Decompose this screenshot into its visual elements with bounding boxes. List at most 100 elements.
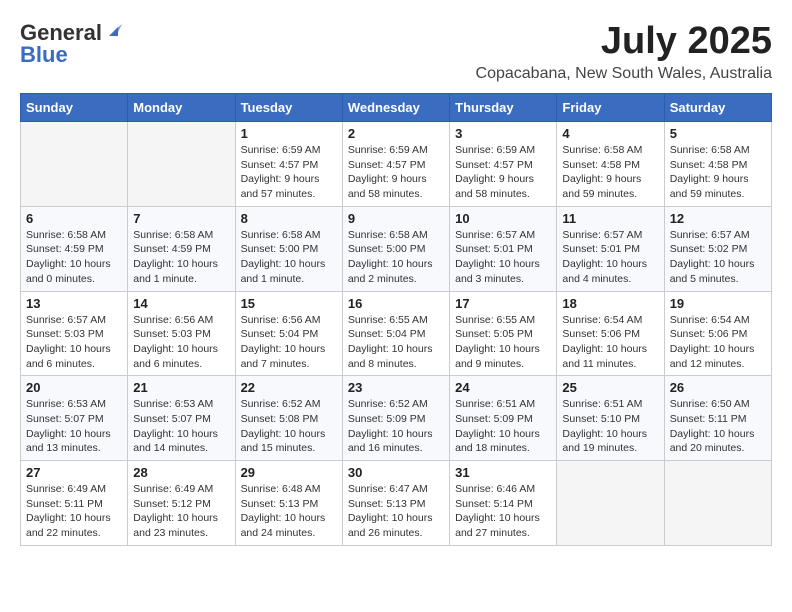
day-number: 16	[348, 296, 444, 311]
page-header: General Blue July 2025 Copacabana, New S…	[20, 20, 772, 83]
day-info: Sunrise: 6:54 AM Sunset: 5:06 PM Dayligh…	[670, 313, 766, 372]
calendar-cell	[128, 122, 235, 207]
calendar-cell: 2 Sunrise: 6:59 AM Sunset: 4:57 PM Daylig…	[342, 122, 449, 207]
day-info: Sunrise: 6:48 AM Sunset: 5:13 PM Dayligh…	[241, 482, 337, 541]
calendar-cell: 22 Sunrise: 6:52 AM Sunset: 5:08 PM Dayli…	[235, 376, 342, 461]
calendar-cell: 18 Sunrise: 6:54 AM Sunset: 5:06 PM Dayli…	[557, 291, 664, 376]
logo-blue-text: Blue	[20, 42, 68, 68]
calendar-cell: 26 Sunrise: 6:50 AM Sunset: 5:11 PM Dayli…	[664, 376, 771, 461]
calendar-cell: 19Sunrise: 6:54 AM Sunset: 5:06 PM Dayli…	[664, 291, 771, 376]
day-number: 18	[562, 296, 658, 311]
day-number: 14	[133, 296, 229, 311]
day-info: Sunrise: 6:58 AM Sunset: 4:58 PM Dayligh…	[562, 143, 658, 202]
calendar-cell: 7Sunrise: 6:58 AM Sunset: 4:59 PM Daylig…	[128, 206, 235, 291]
calendar-day-header: Thursday	[450, 94, 557, 122]
day-info: Sunrise: 6:52 AM Sunset: 5:08 PM Dayligh…	[241, 397, 337, 456]
day-info: Sunrise: 6:56 AM Sunset: 5:04 PM Dayligh…	[241, 313, 337, 372]
calendar-cell: 29 Sunrise: 6:48 AM Sunset: 5:13 PM Dayli…	[235, 461, 342, 546]
day-number: 12	[670, 211, 766, 226]
calendar-cell: 10 Sunrise: 6:57 AM Sunset: 5:01 PM Dayli…	[450, 206, 557, 291]
calendar-cell: 11 Sunrise: 6:57 AM Sunset: 5:01 PM Dayli…	[557, 206, 664, 291]
day-number: 1	[241, 126, 337, 141]
calendar-cell: 1 Sunrise: 6:59 AM Sunset: 4:57 PM Daylig…	[235, 122, 342, 207]
day-info: Sunrise: 6:46 AM Sunset: 5:14 PM Dayligh…	[455, 482, 551, 541]
day-info: Sunrise: 6:58 AM Sunset: 4:58 PM Dayligh…	[670, 143, 766, 202]
day-info: Sunrise: 6:58 AM Sunset: 5:00 PM Dayligh…	[348, 228, 444, 287]
calendar-cell: 5 Sunrise: 6:58 AM Sunset: 4:58 PM Daylig…	[664, 122, 771, 207]
calendar-cell: 25Sunrise: 6:51 AM Sunset: 5:10 PM Dayli…	[557, 376, 664, 461]
day-number: 15	[241, 296, 337, 311]
location-subtitle: Copacabana, New South Wales, Australia	[476, 65, 772, 83]
calendar-cell: 9 Sunrise: 6:58 AM Sunset: 5:00 PM Daylig…	[342, 206, 449, 291]
day-number: 21	[133, 380, 229, 395]
calendar-day-header: Monday	[128, 94, 235, 122]
calendar-cell: 24 Sunrise: 6:51 AM Sunset: 5:09 PM Dayli…	[450, 376, 557, 461]
day-number: 23	[348, 380, 444, 395]
day-info: Sunrise: 6:47 AM Sunset: 5:13 PM Dayligh…	[348, 482, 444, 541]
calendar-cell: 16 Sunrise: 6:55 AM Sunset: 5:04 PM Dayli…	[342, 291, 449, 376]
day-info: Sunrise: 6:52 AM Sunset: 5:09 PM Dayligh…	[348, 397, 444, 456]
day-number: 17	[455, 296, 551, 311]
day-info: Sunrise: 6:54 AM Sunset: 5:06 PM Dayligh…	[562, 313, 658, 372]
calendar-cell: 28 Sunrise: 6:49 AM Sunset: 5:12 PM Dayli…	[128, 461, 235, 546]
day-info: Sunrise: 6:57 AM Sunset: 5:02 PM Dayligh…	[670, 228, 766, 287]
day-number: 2	[348, 126, 444, 141]
calendar-cell	[21, 122, 128, 207]
day-number: 3	[455, 126, 551, 141]
day-info: Sunrise: 6:53 AM Sunset: 5:07 PM Dayligh…	[26, 397, 122, 456]
day-info: Sunrise: 6:50 AM Sunset: 5:11 PM Dayligh…	[670, 397, 766, 456]
calendar-cell: 14Sunrise: 6:56 AM Sunset: 5:03 PM Dayli…	[128, 291, 235, 376]
day-number: 10	[455, 211, 551, 226]
day-info: Sunrise: 6:58 AM Sunset: 5:00 PM Dayligh…	[241, 228, 337, 287]
day-number: 4	[562, 126, 658, 141]
day-info: Sunrise: 6:59 AM Sunset: 4:57 PM Dayligh…	[241, 143, 337, 202]
day-info: Sunrise: 6:57 AM Sunset: 5:01 PM Dayligh…	[562, 228, 658, 287]
calendar-day-header: Wednesday	[342, 94, 449, 122]
day-number: 11	[562, 211, 658, 226]
day-number: 5	[670, 126, 766, 141]
calendar-day-header: Sunday	[21, 94, 128, 122]
day-number: 7	[133, 211, 229, 226]
day-info: Sunrise: 6:55 AM Sunset: 5:04 PM Dayligh…	[348, 313, 444, 372]
calendar-header: SundayMondayTuesdayWednesdayThursdayFrid…	[21, 94, 772, 122]
calendar-cell: 31 Sunrise: 6:46 AM Sunset: 5:14 PM Dayli…	[450, 461, 557, 546]
day-number: 6	[26, 211, 122, 226]
day-number: 20	[26, 380, 122, 395]
day-number: 31	[455, 465, 551, 480]
day-info: Sunrise: 6:57 AM Sunset: 5:01 PM Dayligh…	[455, 228, 551, 287]
day-info: Sunrise: 6:49 AM Sunset: 5:11 PM Dayligh…	[26, 482, 122, 541]
calendar-cell: 23 Sunrise: 6:52 AM Sunset: 5:09 PM Dayli…	[342, 376, 449, 461]
title-section: July 2025 Copacabana, New South Wales, A…	[476, 20, 772, 83]
day-number: 24	[455, 380, 551, 395]
day-info: Sunrise: 6:51 AM Sunset: 5:10 PM Dayligh…	[562, 397, 658, 456]
day-number: 27	[26, 465, 122, 480]
calendar-cell: 4 Sunrise: 6:58 AM Sunset: 4:58 PM Daylig…	[557, 122, 664, 207]
calendar-cell: 21 Sunrise: 6:53 AM Sunset: 5:07 PM Dayli…	[128, 376, 235, 461]
day-number: 30	[348, 465, 444, 480]
calendar-cell	[664, 461, 771, 546]
day-info: Sunrise: 6:49 AM Sunset: 5:12 PM Dayligh…	[133, 482, 229, 541]
calendar-cell: 8 Sunrise: 6:58 AM Sunset: 5:00 PM Daylig…	[235, 206, 342, 291]
day-info: Sunrise: 6:53 AM Sunset: 5:07 PM Dayligh…	[133, 397, 229, 456]
calendar-cell: 17 Sunrise: 6:55 AM Sunset: 5:05 PM Dayli…	[450, 291, 557, 376]
day-number: 22	[241, 380, 337, 395]
calendar-day-header: Friday	[557, 94, 664, 122]
day-number: 26	[670, 380, 766, 395]
day-info: Sunrise: 6:59 AM Sunset: 4:57 PM Dayligh…	[348, 143, 444, 202]
calendar-cell	[557, 461, 664, 546]
day-info: Sunrise: 6:55 AM Sunset: 5:05 PM Dayligh…	[455, 313, 551, 372]
day-number: 28	[133, 465, 229, 480]
calendar-day-header: Saturday	[664, 94, 771, 122]
day-info: Sunrise: 6:57 AM Sunset: 5:03 PM Dayligh…	[26, 313, 122, 372]
day-number: 9	[348, 211, 444, 226]
day-info: Sunrise: 6:51 AM Sunset: 5:09 PM Dayligh…	[455, 397, 551, 456]
calendar-cell: 27 Sunrise: 6:49 AM Sunset: 5:11 PM Dayli…	[21, 461, 128, 546]
month-year-title: July 2025	[476, 20, 772, 63]
day-number: 8	[241, 211, 337, 226]
calendar-cell: 30 Sunrise: 6:47 AM Sunset: 5:13 PM Dayli…	[342, 461, 449, 546]
logo: General Blue	[20, 20, 122, 68]
day-number: 13	[26, 296, 122, 311]
calendar-cell: 3Sunrise: 6:59 AM Sunset: 4:57 PM Daylig…	[450, 122, 557, 207]
day-number: 29	[241, 465, 337, 480]
calendar-cell: 12 Sunrise: 6:57 AM Sunset: 5:02 PM Dayli…	[664, 206, 771, 291]
